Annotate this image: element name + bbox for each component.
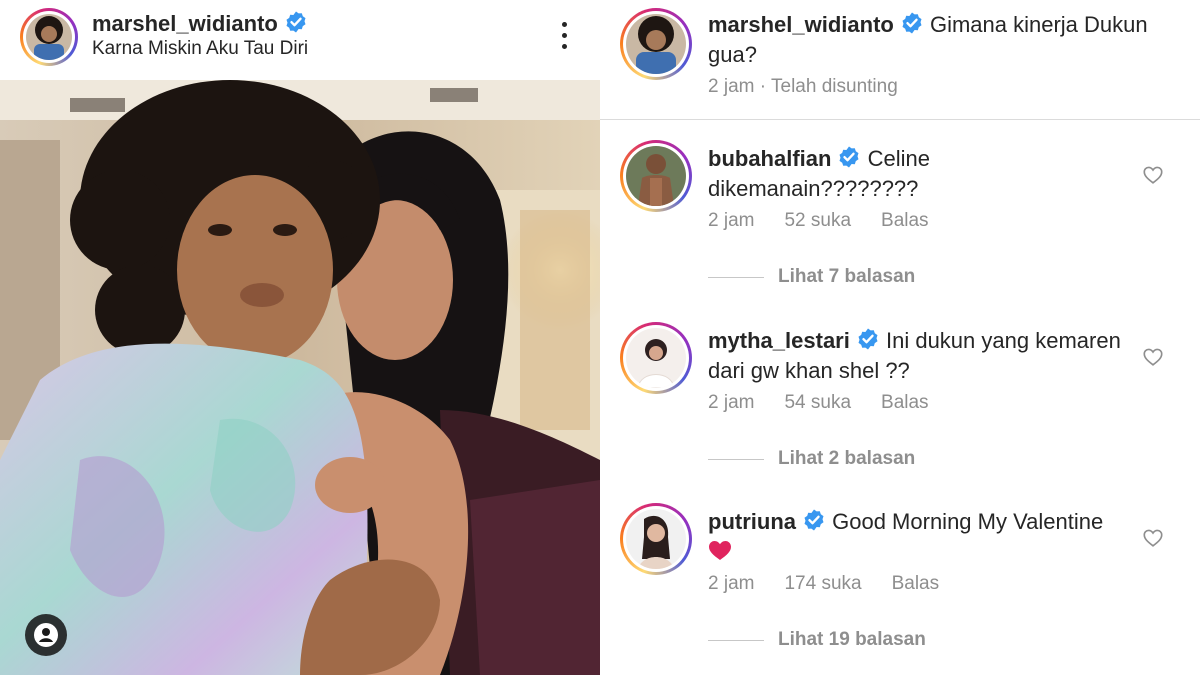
verified-badge-icon — [902, 12, 922, 34]
reply-button[interactable]: Balas — [892, 573, 940, 595]
replies-divider — [708, 639, 764, 641]
reply-button[interactable]: Balas — [881, 210, 929, 232]
commenter-avatar[interactable] — [620, 322, 692, 394]
comment-text: bubahalfian Celine dikemanain???????? — [708, 144, 1128, 204]
more-vertical-icon[interactable] — [556, 22, 572, 52]
comment-likes[interactable]: 174 suka — [784, 573, 861, 595]
verified-badge-icon — [858, 328, 878, 350]
caption-edited: Telah disunting — [771, 76, 898, 97]
like-heart-icon[interactable] — [1142, 346, 1164, 368]
commenter-avatar[interactable] — [620, 140, 692, 212]
comment: putriuna Good Morning My Valentine 2 jam… — [600, 503, 1200, 668]
post-author-line: marshel_widianto — [92, 10, 308, 37]
like-heart-icon[interactable] — [1142, 527, 1164, 549]
replies-divider — [708, 458, 764, 460]
comment-text: mytha_lestari Ini dukun yang kemaren dar… — [708, 326, 1128, 386]
comment: mytha_lestari Ini dukun yang kemaren dar… — [600, 322, 1200, 487]
view-replies-label: Lihat 19 balasan — [778, 629, 926, 650]
view-replies-label: Lihat 7 balasan — [778, 266, 916, 287]
commenter-avatar[interactable] — [620, 503, 692, 575]
red-heart-emoji — [708, 539, 732, 569]
comment-meta: 2 jam 174 suka Balas — [708, 573, 939, 595]
commenter-username[interactable]: bubahalfian — [708, 146, 831, 171]
replies-divider — [708, 276, 764, 278]
caption-meta: 2 jam · Telah disunting — [708, 76, 898, 98]
post-location[interactable]: Karna Miskin Aku Tau Diri — [92, 38, 308, 60]
commenter-username[interactable]: mytha_lestari — [708, 328, 850, 353]
comment-text: putriuna Good Morning My Valentine — [708, 507, 1128, 569]
caption-author-avatar[interactable] — [620, 8, 692, 80]
like-heart-icon[interactable] — [1142, 164, 1164, 186]
verified-badge-icon — [804, 509, 824, 531]
post-author-username[interactable]: marshel_widianto — [92, 11, 278, 36]
reply-button[interactable]: Balas — [881, 392, 929, 414]
comment-time: 2 jam — [708, 392, 755, 413]
comment: bubahalfian Celine dikemanain???????? 2 … — [600, 140, 1200, 305]
caption-separator: · — [759, 76, 767, 97]
post-author-avatar[interactable] — [20, 8, 78, 66]
view-replies-label: Lihat 2 balasan — [778, 448, 916, 469]
verified-badge-icon — [839, 146, 859, 168]
view-replies-button[interactable]: Lihat 19 balasan — [708, 629, 926, 651]
comment-time: 2 jam — [708, 210, 755, 231]
comment-meta: 2 jam 52 suka Balas — [708, 210, 929, 232]
comment-meta: 2 jam 54 suka Balas — [708, 392, 929, 414]
post-panel: marshel_widianto Karna Miskin Aku Tau Di… — [0, 0, 600, 675]
caption-time: 2 jam — [708, 76, 755, 97]
comment-likes[interactable]: 54 suka — [784, 392, 851, 414]
comment-body: Good Morning My Valentine — [832, 509, 1104, 534]
caption-author-username[interactable]: marshel_widianto — [708, 12, 894, 37]
comment-likes[interactable]: 52 suka — [784, 210, 851, 232]
tagged-user-icon[interactable] — [25, 614, 67, 656]
caption-text: marshel_widianto Gimana kinerja Dukun gu… — [708, 10, 1178, 70]
comment-time: 2 jam — [708, 573, 755, 594]
post-header: marshel_widianto Karna Miskin Aku Tau Di… — [0, 0, 600, 80]
comments-panel: marshel_widianto Gimana kinerja Dukun gu… — [600, 0, 1200, 675]
view-replies-button[interactable]: Lihat 2 balasan — [708, 448, 915, 470]
caption: marshel_widianto Gimana kinerja Dukun gu… — [600, 0, 1200, 120]
view-replies-button[interactable]: Lihat 7 balasan — [708, 266, 915, 288]
post-photo[interactable] — [0, 80, 600, 675]
commenter-username[interactable]: putriuna — [708, 509, 796, 534]
verified-badge-icon — [286, 11, 306, 33]
